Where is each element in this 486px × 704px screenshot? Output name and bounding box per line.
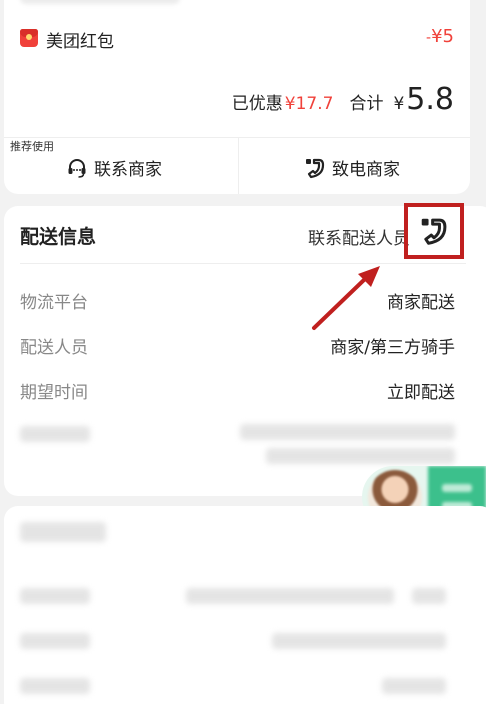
blurred-section-title <box>20 522 106 542</box>
blurred-order-time <box>272 633 446 649</box>
blurred-payment-method <box>382 678 446 694</box>
blurred-copy-button <box>412 588 446 604</box>
blurred-label <box>20 678 90 694</box>
order-info-card <box>4 506 486 704</box>
order-detail-page: 美团红包 -¥5 已优惠 ¥17.7 合计 ¥ 5.8 推荐使用 联系商家 致电… <box>0 0 486 704</box>
blurred-label <box>20 633 90 649</box>
blurred-label <box>20 588 90 604</box>
blurred-order-number <box>186 588 394 604</box>
